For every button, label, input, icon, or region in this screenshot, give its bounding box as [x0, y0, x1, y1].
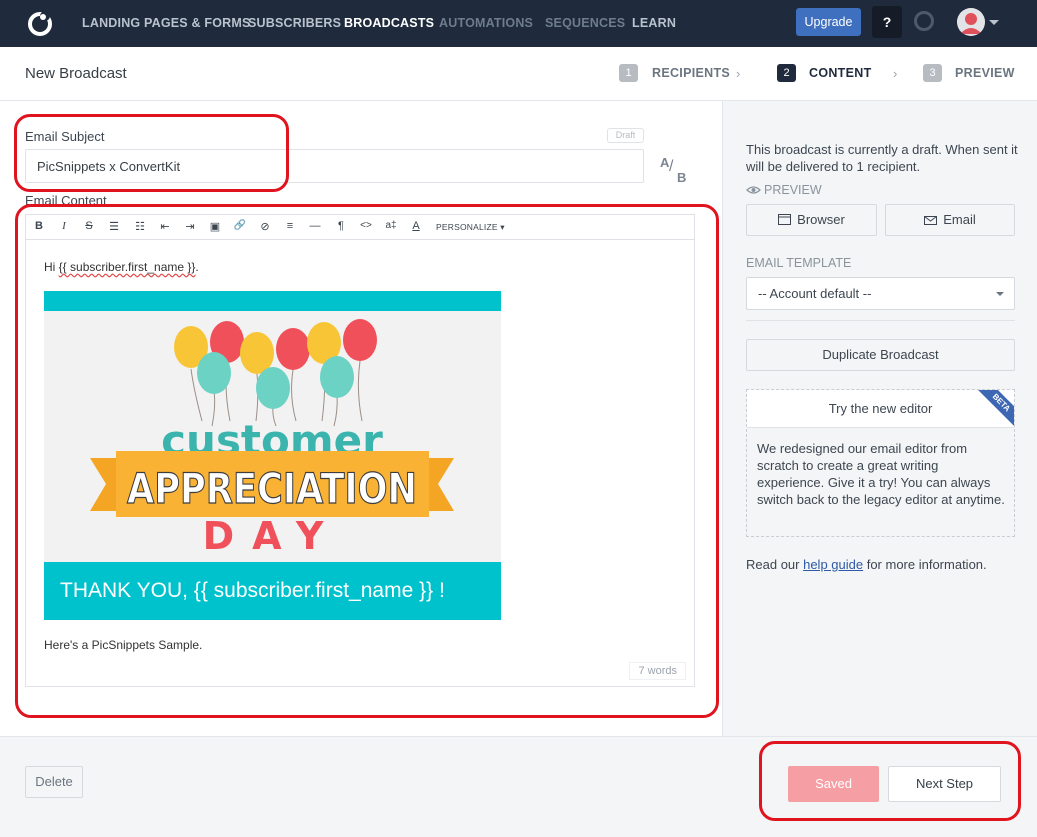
indent-icon[interactable]: ⇥: [182, 220, 198, 233]
strikethrough-icon[interactable]: S: [81, 220, 97, 232]
browser-preview-button[interactable]: Browser: [746, 204, 877, 236]
subscriber-first-name-tag: {{ subscriber.first_name }}: [58, 260, 196, 274]
step-2-number[interactable]: 2: [777, 64, 796, 82]
help-guide-link[interactable]: help guide: [803, 557, 863, 572]
personalize-dropdown[interactable]: PERSONALIZE ▾: [436, 222, 505, 233]
bullet-list-icon[interactable]: ☰: [106, 220, 122, 233]
banner-word-appreciation: APPRECIATION: [127, 464, 417, 513]
italic-icon[interactable]: I: [56, 220, 72, 232]
email-template-value: -- Account default --: [758, 286, 872, 301]
text-size-icon[interactable]: a‡: [383, 220, 399, 231]
preview-label: PREVIEW: [764, 183, 822, 197]
greeting-line[interactable]: Hi {{ subscriber.first_name }}.: [44, 260, 199, 274]
ab-test-slash: /: [669, 158, 674, 175]
email-content-editor[interactable]: B I S ☰ ☷ ⇤ ⇥ ▣ 🔗 ⊘ ≡ — ¶ <> a‡ A PERSON…: [25, 214, 695, 687]
broadcast-sidebar: This broadcast is currently a draft. Whe…: [722, 101, 1037, 736]
upgrade-button[interactable]: Upgrade: [796, 8, 861, 36]
link-icon[interactable]: 🔗: [232, 220, 248, 231]
caret-down-icon: [996, 292, 1004, 296]
nav-broadcasts[interactable]: BROADCASTS: [344, 16, 434, 30]
chevron-right-icon: ›: [736, 66, 741, 81]
help-suffix: for more information.: [863, 557, 987, 572]
editor-toolbar: B I S ☰ ☷ ⇤ ⇥ ▣ 🔗 ⊘ ≡ — ¶ <> a‡ A PERSON…: [26, 215, 694, 240]
notification-ring-icon[interactable]: [914, 11, 934, 31]
ab-test-icon[interactable]: A / B: [660, 155, 690, 185]
greeting-prefix: Hi: [44, 260, 59, 274]
email-preview-button[interactable]: Email: [885, 204, 1015, 236]
email-subject-label: Email Subject: [25, 129, 105, 144]
ab-test-b: B: [677, 170, 687, 185]
help-guide-text: Read our help guide for more information…: [746, 556, 987, 573]
align-icon[interactable]: ≡: [282, 220, 298, 232]
help-button[interactable]: ?: [872, 6, 902, 38]
paragraph-icon[interactable]: ¶: [333, 220, 349, 232]
eye-icon: [746, 186, 761, 194]
new-editor-description: We redesigned our email editor from scra…: [757, 441, 1005, 507]
editor-panel: Email Subject Draft PicSnippets x Conver…: [0, 101, 722, 736]
broadcast-header: New Broadcast 1 RECIPIENTS › 2 CONTENT ›…: [0, 47, 1037, 101]
delete-button[interactable]: Delete: [25, 766, 83, 798]
envelope-icon: [924, 216, 938, 225]
nav-learn[interactable]: LEARN: [632, 16, 676, 30]
chevron-down-icon[interactable]: [989, 20, 999, 25]
email-button-label: Email: [943, 212, 976, 227]
email-template-select[interactable]: -- Account default --: [746, 277, 1015, 310]
avatar[interactable]: [957, 8, 985, 36]
numbered-list-icon[interactable]: ☷: [132, 220, 148, 233]
code-icon[interactable]: <>: [358, 220, 374, 231]
draft-badge: Draft: [607, 128, 644, 143]
browser-button-label: Browser: [797, 212, 845, 227]
next-step-button[interactable]: Next Step: [888, 766, 1001, 802]
email-content-label: Email Content: [25, 193, 107, 208]
banner-word-day: DAY: [203, 514, 342, 558]
customer-appreciation-banner-image[interactable]: customer APPRECIATION DAY THANK YOU, {{ …: [44, 291, 501, 620]
new-editor-card: Try the new editor BETA We redesigned ou…: [746, 389, 1015, 537]
saved-button[interactable]: Saved: [788, 766, 879, 802]
image-icon[interactable]: ▣: [207, 220, 223, 233]
step-recipients[interactable]: RECIPIENTS: [652, 66, 730, 80]
duplicate-broadcast-button[interactable]: Duplicate Broadcast: [746, 339, 1015, 371]
greeting-suffix: .: [195, 260, 199, 274]
top-navbar: LANDING PAGES & FORMS SUBSCRIBERS BROADC…: [0, 0, 1037, 47]
balloons-icon: customer APPRECIATION DAY: [90, 319, 454, 558]
help-prefix: Read our: [746, 557, 804, 572]
bold-icon[interactable]: B: [31, 220, 47, 232]
unlink-icon[interactable]: ⊘: [257, 220, 273, 233]
closing-line[interactable]: Here's a PicSnippets Sample.: [44, 638, 202, 652]
footer-bar: Delete Saved Next Step: [0, 736, 1037, 837]
horizontal-rule-icon[interactable]: —: [307, 220, 323, 232]
nav-landing-pages[interactable]: LANDING PAGES & FORMS: [82, 16, 251, 30]
step-content[interactable]: CONTENT: [809, 66, 872, 80]
nav-sequences[interactable]: SEQUENCES: [545, 16, 625, 30]
ab-test-a: A: [660, 155, 670, 170]
email-template-label: EMAIL TEMPLATE: [746, 256, 852, 270]
nav-subscribers[interactable]: SUBSCRIBERS: [248, 16, 341, 30]
word-count: 7 words: [629, 662, 686, 680]
user-avatar-icon: [957, 8, 985, 36]
banner-thank-you: THANK YOU, {{ subscriber.first_name }} !: [44, 562, 501, 620]
chevron-right-icon: ›: [893, 66, 898, 81]
step-1-number[interactable]: 1: [619, 64, 638, 82]
preview-label-row: PREVIEW: [746, 183, 822, 197]
convertkit-logo-icon[interactable]: [25, 8, 55, 38]
try-new-editor-button[interactable]: Try the new editor: [747, 390, 1014, 428]
browser-icon: [778, 214, 792, 225]
divider: [746, 320, 1015, 321]
email-subject-input[interactable]: PicSnippets x ConvertKit: [25, 149, 644, 183]
outdent-icon[interactable]: ⇤: [157, 220, 173, 233]
nav-automations[interactable]: AUTOMATIONS: [439, 16, 533, 30]
text-color-icon[interactable]: A: [408, 220, 424, 232]
step-preview[interactable]: PREVIEW: [955, 66, 1015, 80]
page-title: New Broadcast: [25, 65, 127, 82]
draft-status-text: This broadcast is currently a draft. Whe…: [746, 142, 1018, 174]
step-3-number[interactable]: 3: [923, 64, 942, 82]
